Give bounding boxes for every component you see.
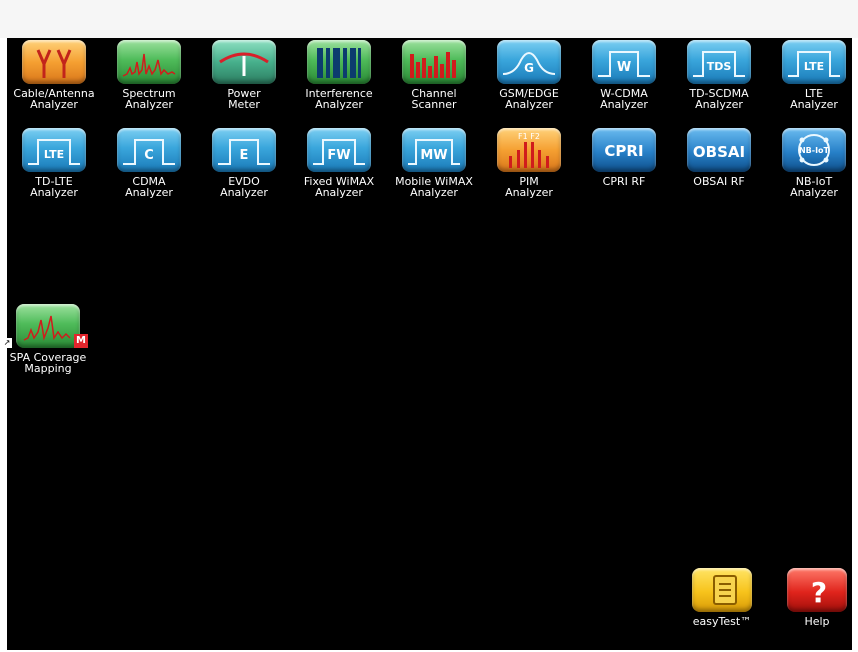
svg-text:OBSAI: OBSAI	[693, 143, 745, 161]
evdo-icon: E	[212, 128, 276, 172]
app-label: NB-IoT Analyzer	[790, 175, 838, 199]
interference-icon	[307, 40, 371, 84]
svg-text:F1 F2: F1 F2	[518, 132, 540, 141]
app-label: TD-LTE Analyzer	[30, 175, 78, 199]
coverage-mapping-icon	[16, 304, 80, 348]
app-power-meter[interactable]: Power Meter	[198, 38, 290, 124]
app-label: Channel Scanner	[411, 87, 457, 111]
td-lte-icon: LTE	[22, 128, 86, 172]
svg-text:G: G	[524, 61, 534, 75]
app-cdma-analyzer[interactable]: C CDMA Analyzer	[103, 126, 195, 212]
app-label: GSM/EDGE Analyzer	[499, 87, 559, 111]
app-label: easyTest™	[692, 615, 752, 628]
gsm-icon: G	[497, 40, 561, 84]
svg-text:CPRI: CPRI	[604, 142, 643, 160]
app-cpri-rf[interactable]: CPRI CPRI RF	[578, 126, 670, 212]
app-cable-antenna-analyzer[interactable]: Cable/Antenna Analyzer	[8, 38, 100, 124]
svg-text:W: W	[617, 60, 631, 75]
tdscdma-icon: TDS	[687, 40, 751, 84]
app-td-lte-analyzer[interactable]: LTE TD-LTE Analyzer	[8, 126, 100, 212]
easytest-icon	[692, 568, 752, 612]
top-bar	[0, 0, 858, 38]
app-obsai-rf[interactable]: OBSAI OBSAI RF	[673, 126, 765, 212]
app-pim-analyzer[interactable]: F1 F2 PIM Analyzer	[483, 126, 575, 212]
app-label: W-CDMA Analyzer	[600, 87, 648, 111]
app-help[interactable]: ? Help	[771, 566, 858, 652]
svg-text:FW: FW	[327, 148, 350, 163]
app-label: Spectrum Analyzer	[122, 87, 176, 111]
app-label: EVDO Analyzer	[220, 175, 268, 199]
cpri-icon: CPRI	[592, 128, 656, 172]
antenna-icon	[22, 40, 86, 84]
app-label: LTE Analyzer	[790, 87, 838, 111]
app-label: Power Meter	[227, 87, 261, 111]
app-interference-analyzer[interactable]: Interference Analyzer	[293, 38, 385, 124]
app-spa-coverage-mapping[interactable]: ↗ M SPA Coverage Mapping	[2, 302, 94, 388]
help-icon: ?	[787, 568, 847, 612]
app-launcher-desktop: Cable/Antenna Analyzer Spectrum Analyzer…	[2, 38, 852, 652]
app-fixed-wimax-analyzer[interactable]: FW Fixed WiMAX Analyzer	[293, 126, 385, 212]
svg-text:LTE: LTE	[44, 148, 64, 161]
svg-text:?: ?	[811, 576, 827, 609]
power-meter-icon	[212, 40, 276, 84]
app-label: OBSAI RF	[693, 175, 745, 188]
channel-scanner-icon	[402, 40, 466, 84]
app-mobile-wimax-analyzer[interactable]: MW Mobile WiMAX Analyzer	[388, 126, 480, 212]
mobile-wimax-icon: MW	[402, 128, 466, 172]
app-channel-scanner[interactable]: Channel Scanner	[388, 38, 480, 124]
app-label: Interference Analyzer	[305, 87, 373, 111]
app-evdo-analyzer[interactable]: E EVDO Analyzer	[198, 126, 290, 212]
app-label: Help	[804, 615, 830, 628]
svg-text:C: C	[144, 148, 154, 163]
cdma-icon: C	[117, 128, 181, 172]
nb-iot-icon: NB-IoT	[782, 128, 846, 172]
app-label: Fixed WiMAX Analyzer	[303, 175, 375, 199]
pim-icon: F1 F2	[497, 128, 561, 172]
app-label: Mobile WiMAX Analyzer	[395, 175, 473, 199]
svg-text:LTE: LTE	[804, 60, 824, 73]
svg-text:MW: MW	[420, 148, 447, 163]
svg-text:TDS: TDS	[707, 60, 732, 73]
app-spectrum-analyzer[interactable]: Spectrum Analyzer	[103, 38, 195, 124]
app-label: SPA Coverage Mapping	[9, 351, 87, 375]
app-label: Cable/Antenna Analyzer	[13, 87, 95, 111]
mapping-badge: M	[74, 334, 88, 348]
wcdma-icon: W	[592, 40, 656, 84]
app-lte-analyzer[interactable]: LTE LTE Analyzer	[768, 38, 858, 124]
shortcut-arrow-icon: ↗	[2, 338, 12, 348]
app-label: CDMA Analyzer	[125, 175, 173, 199]
app-nb-iot-analyzer[interactable]: NB-IoT NB-IoT Analyzer	[768, 126, 858, 212]
spectrum-icon	[117, 40, 181, 84]
app-label: TD-SCDMA Analyzer	[689, 87, 749, 111]
app-label: CPRI RF	[602, 175, 646, 188]
svg-text:E: E	[240, 148, 249, 163]
app-easytest[interactable]: easyTest™	[676, 566, 768, 652]
app-gsm-edge-analyzer[interactable]: G GSM/EDGE Analyzer	[483, 38, 575, 124]
lte-icon: LTE	[782, 40, 846, 84]
fixed-wimax-icon: FW	[307, 128, 371, 172]
app-wcdma-analyzer[interactable]: W W-CDMA Analyzer	[578, 38, 670, 124]
app-td-scdma-analyzer[interactable]: TDS TD-SCDMA Analyzer	[673, 38, 765, 124]
obsai-icon: OBSAI	[687, 128, 751, 172]
svg-text:NB-IoT: NB-IoT	[799, 146, 830, 155]
app-label: PIM Analyzer	[505, 175, 553, 199]
